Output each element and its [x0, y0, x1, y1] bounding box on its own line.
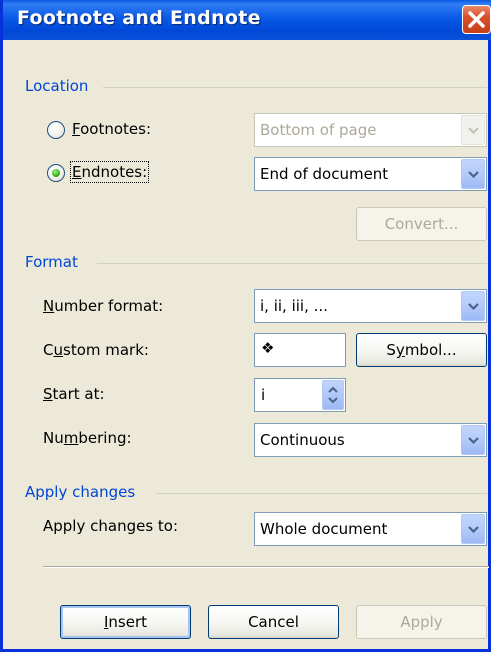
symbol-button-accesskey: y [395, 341, 405, 359]
footnotes-position-dropdown[interactable] [461, 115, 485, 145]
close-icon [468, 11, 485, 28]
number-format-value: i, ii, iii, ... [260, 297, 328, 315]
insert-button[interactable]: Insert [60, 605, 191, 639]
chevron-down-icon [468, 127, 479, 135]
start-at-value: i [261, 386, 266, 404]
format-group-label: Format [25, 253, 78, 271]
close-button[interactable] [462, 5, 491, 34]
apply-button[interactable]: Apply [356, 605, 487, 639]
chevron-down-icon [468, 526, 479, 534]
footnotes-label-accesskey: F [72, 120, 81, 138]
endnotes-position-dropdown[interactable] [461, 159, 485, 189]
number-format-label-post: umber format: [54, 297, 164, 315]
convert-button[interactable]: Convert... [356, 207, 487, 241]
custom-mark-label: Custom mark: [43, 341, 149, 359]
numbering-value: Continuous [260, 431, 345, 449]
apply-changes-group-label: Apply changes [25, 483, 136, 501]
numbering-label: Numbering: [43, 429, 132, 447]
format-divider [97, 263, 487, 264]
apply-changes-to-label: Apply changes to: [43, 517, 179, 535]
footnotes-position-value: Bottom of page [260, 121, 377, 139]
number-format-label-accesskey: N [43, 297, 55, 315]
chevron-down-icon [468, 303, 479, 311]
numbering-label-post: bering: [78, 429, 132, 447]
start-at-spinner[interactable]: i [254, 378, 346, 412]
footnote-endnote-dialog: Footnote and Endnote Location Footnotes:… [0, 0, 491, 652]
endnotes-position-select[interactable]: End of document [254, 157, 487, 191]
custom-mark-label-accesskey: u [53, 341, 63, 359]
location-divider [103, 87, 487, 88]
number-format-dropdown[interactable] [461, 291, 485, 321]
apply-changes-to-select[interactable]: Whole document [254, 512, 487, 546]
custom-mark-input[interactable]: ❖ [254, 333, 346, 367]
custom-mark-label-post: stom mark: [63, 341, 149, 359]
number-format-select[interactable]: i, ii, iii, ... [254, 289, 487, 323]
spin-up-down-icon [328, 386, 338, 404]
window-title: Footnote and Endnote [17, 7, 261, 29]
start-at-label-post: tart at: [52, 385, 105, 403]
footnotes-label-post: ootnotes: [80, 120, 151, 138]
footnotes-label: Footnotes: [72, 120, 151, 138]
bottom-separator [43, 566, 489, 568]
custom-mark-value: ❖ [261, 339, 275, 357]
numbering-dropdown[interactable] [461, 425, 485, 455]
footnotes-radio[interactable] [47, 121, 65, 139]
apply-changes-divider [156, 493, 487, 494]
number-format-label: Number format: [43, 297, 163, 315]
symbol-button-pre: S [386, 341, 396, 359]
endnotes-position-value: End of document [260, 165, 389, 183]
endnotes-label-post: ndnotes: [81, 163, 148, 181]
apply-changes-to-dropdown[interactable] [461, 514, 485, 544]
numbering-label-accesskey: m [63, 429, 79, 447]
insert-button-post: nsert [108, 613, 148, 631]
title-bar[interactable]: Footnote and Endnote [3, 0, 491, 40]
start-at-spin-buttons[interactable] [322, 380, 344, 410]
chevron-down-icon [468, 171, 479, 179]
start-at-label-accesskey: S [43, 385, 53, 403]
endnotes-label: Endnotes: [69, 161, 150, 183]
endnotes-radio[interactable] [47, 164, 65, 182]
chevron-down-icon [468, 437, 479, 445]
numbering-label-pre: Nu [43, 429, 64, 447]
cancel-button[interactable]: Cancel [208, 605, 339, 639]
start-at-label: Start at: [43, 385, 105, 403]
footnotes-position-select[interactable]: Bottom of page [254, 113, 487, 147]
custom-mark-label-pre: C [43, 341, 54, 359]
apply-changes-to-value: Whole document [260, 520, 388, 538]
symbol-button[interactable]: Symbol... [356, 333, 487, 367]
radio-selected-dot [52, 169, 60, 177]
symbol-button-post: mbol... [404, 341, 457, 359]
location-group-label: Location [25, 77, 89, 95]
numbering-select[interactable]: Continuous [254, 423, 487, 457]
